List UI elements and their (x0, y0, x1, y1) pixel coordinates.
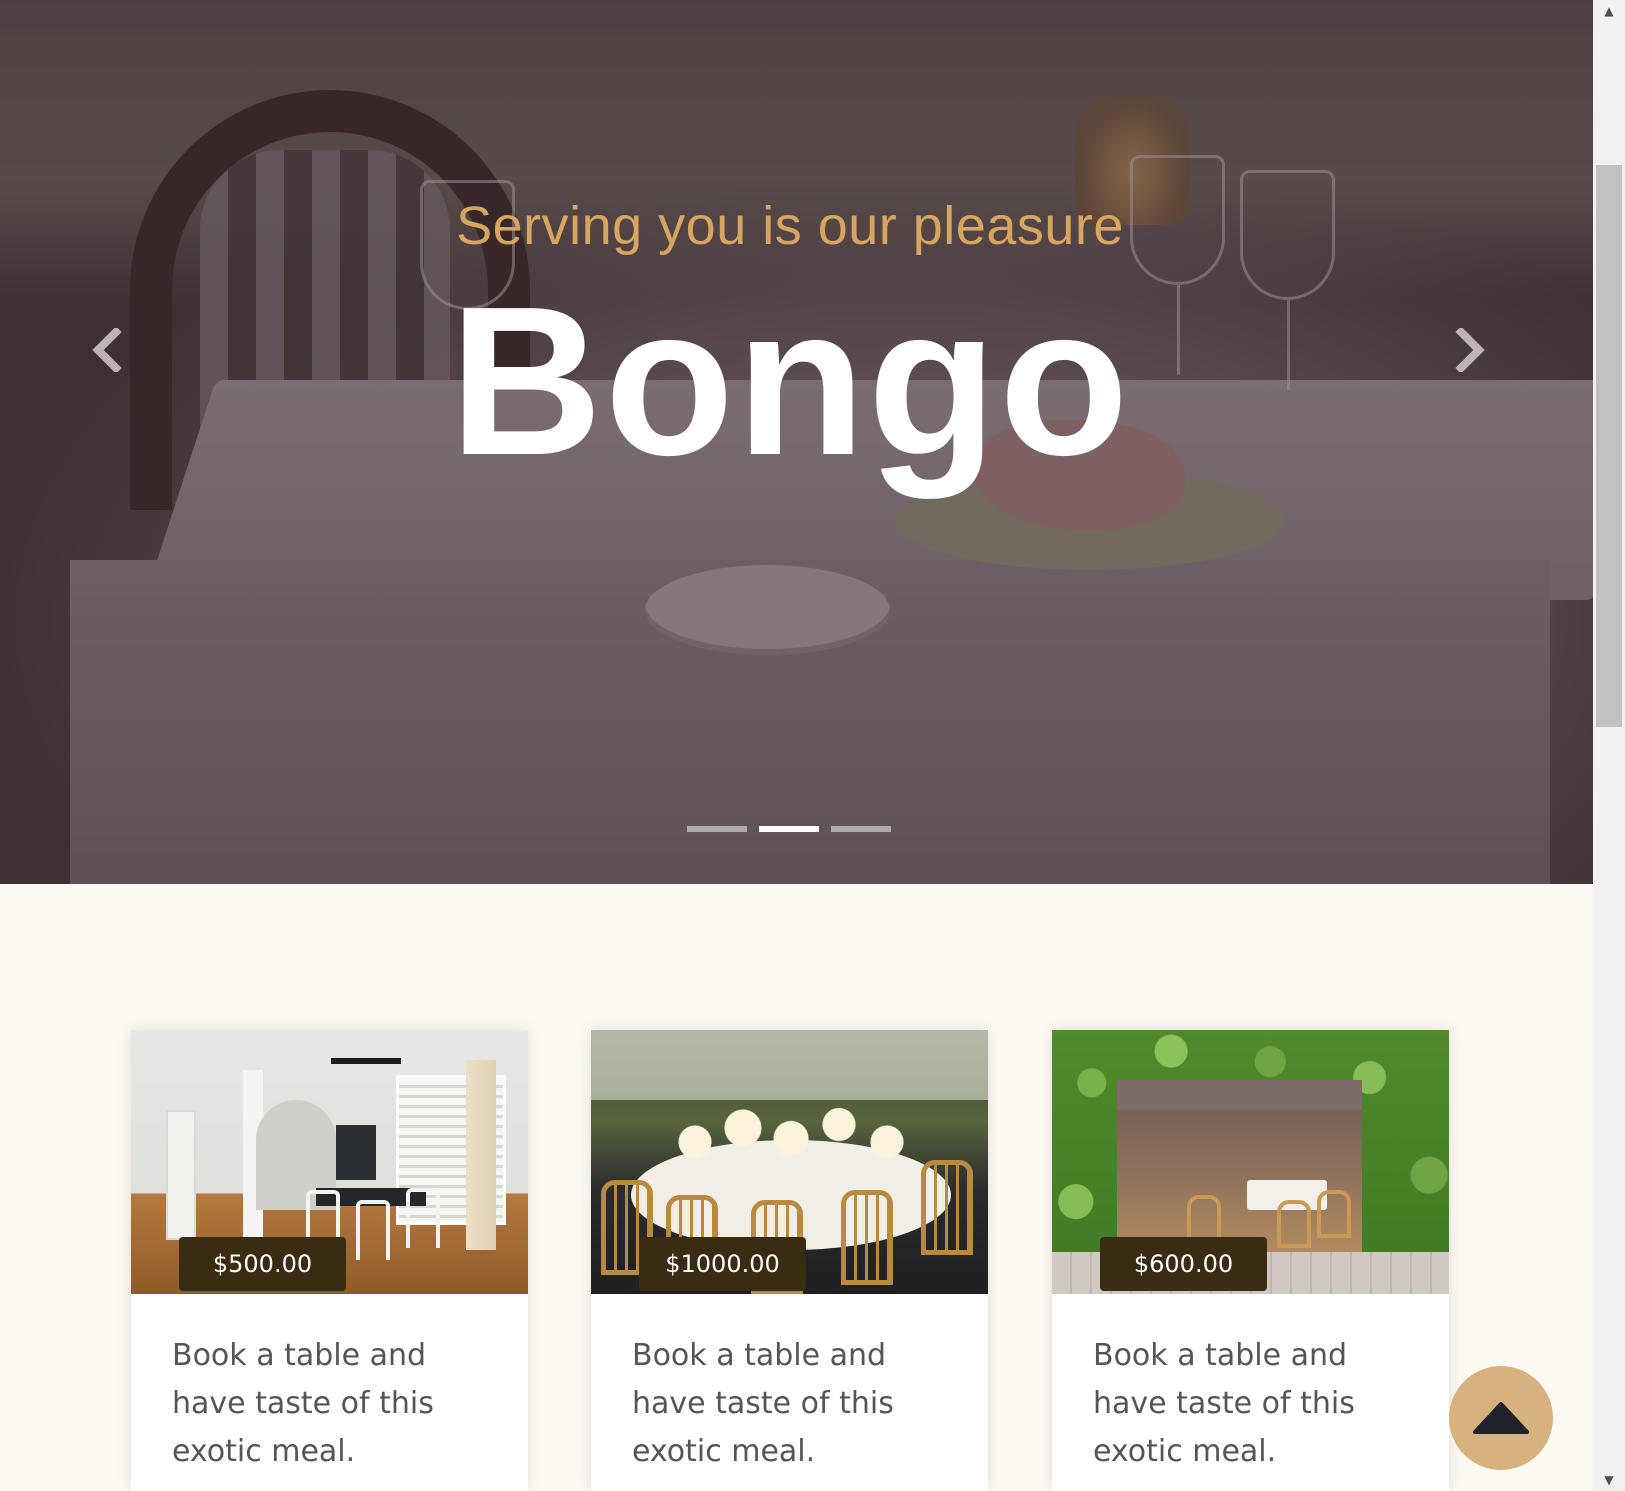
chevron-left-icon (92, 328, 122, 372)
card-description: Book a table and have taste of this exot… (172, 1338, 434, 1469)
vertical-scrollbar[interactable]: ▲ ▼ (1593, 0, 1625, 1491)
photo-wicker-chair (1187, 1195, 1221, 1243)
card-description: Book a table and have taste of this exot… (632, 1338, 894, 1469)
photo-gold-chair (921, 1160, 973, 1255)
chevron-right-icon (1455, 328, 1485, 372)
price-badge: $500.00 (179, 1237, 346, 1291)
photo-awning (1117, 1080, 1362, 1110)
offer-card[interactable]: $600.00 Book a table and have taste of t… (1052, 1030, 1449, 1491)
scroll-up-arrow-icon[interactable]: ▲ (1593, 0, 1625, 22)
carousel-indicators (687, 826, 891, 832)
photo-wicker-chair (1317, 1190, 1351, 1238)
hero-title: Bongo (449, 262, 1131, 499)
hero-carousel: Serving you is our pleasure Bongo (0, 0, 1593, 884)
back-to-top-button[interactable] (1449, 1366, 1553, 1470)
photo-tent (591, 1030, 988, 1100)
photo-flower-centerpieces (671, 1100, 911, 1170)
card-description: Book a table and have taste of this exot… (1093, 1338, 1355, 1469)
photo-chair (406, 1188, 440, 1248)
photo-curtain (466, 1060, 496, 1250)
hero-subtitle: Serving you is our pleasure (456, 196, 1124, 256)
photo-gold-chair (841, 1190, 893, 1285)
carousel-prev-button[interactable] (80, 320, 130, 380)
photo-cabinet (336, 1125, 376, 1180)
photo-chair (356, 1200, 390, 1260)
offer-card[interactable]: $500.00 Book a table and have taste of t… (131, 1030, 528, 1491)
scroll-down-arrow-icon[interactable]: ▼ (1593, 1469, 1625, 1491)
carousel-indicator-3[interactable] (831, 826, 891, 832)
photo-wicker-chair (1277, 1200, 1311, 1248)
banquet-table-photo: $1000.00 (591, 1030, 988, 1294)
patio-restaurant-photo: $600.00 (1052, 1030, 1449, 1294)
photo-pendant-lights (331, 1058, 401, 1064)
offer-card[interactable]: $1000.00 Book a table and have taste of … (591, 1030, 988, 1491)
carousel-indicator-2[interactable] (759, 826, 819, 832)
price-badge: $600.00 (1100, 1237, 1267, 1291)
carousel-next-button[interactable] (1447, 320, 1497, 380)
triangle-up-icon (1473, 1402, 1529, 1434)
carousel-indicator-1[interactable] (687, 826, 747, 832)
dining-room-photo: $500.00 (131, 1030, 528, 1294)
page: Serving you is our pleasure Bongo $500.0… (0, 0, 1625, 1491)
scrollbar-thumb[interactable] (1596, 165, 1622, 727)
photo-door (166, 1110, 196, 1240)
price-badge: $1000.00 (639, 1237, 806, 1291)
